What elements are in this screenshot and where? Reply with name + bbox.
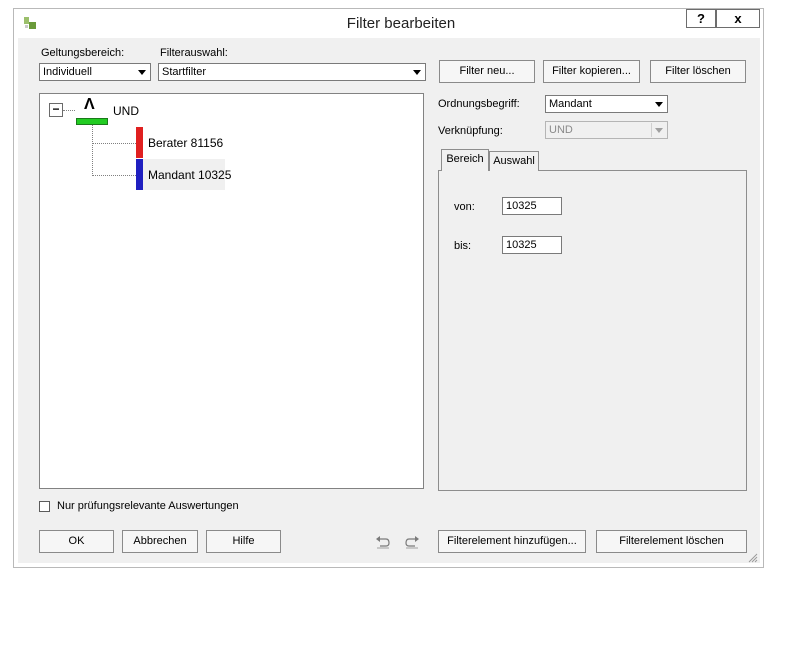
from-input[interactable]: 10325 — [502, 197, 562, 215]
scope-value: Individuell — [43, 66, 92, 78]
mandant-color-bar — [136, 159, 143, 190]
chevron-down-icon[interactable] — [135, 65, 149, 79]
berater-color-bar — [136, 127, 143, 158]
filter-copy-button[interactable]: Filter kopieren... — [543, 60, 640, 83]
collapse-icon[interactable]: − — [49, 103, 63, 117]
tree-connector — [63, 110, 75, 111]
to-label: bis: — [454, 240, 472, 252]
chevron-down-icon[interactable] — [410, 65, 424, 79]
help-icon: ? — [697, 11, 705, 26]
link-label: Verknüpfung: — [438, 125, 503, 137]
tree-connector — [92, 125, 93, 176]
filter-select[interactable]: Startfilter — [158, 63, 426, 81]
filter-tree-panel[interactable] — [39, 93, 424, 489]
relevant-checkbox[interactable] — [39, 501, 50, 512]
ordering-value: Mandant — [549, 98, 592, 110]
close-icon: x — [734, 11, 742, 26]
from-label: von: — [454, 201, 475, 213]
redo-icon[interactable] — [403, 534, 421, 550]
tree-connector — [92, 143, 136, 144]
and-operator-icon: Λ — [84, 96, 95, 113]
resize-grip-icon[interactable] — [746, 551, 758, 563]
tree-item-mandant[interactable]: Mandant 10325 — [148, 168, 231, 182]
link-select: UND — [545, 121, 668, 139]
ordering-select[interactable]: Mandant — [545, 95, 668, 113]
scope-label: Geltungsbereich: — [41, 47, 125, 59]
tree-root-label[interactable]: UND — [113, 104, 139, 118]
help-button[interactable]: Hilfe — [206, 530, 281, 553]
help-title-button[interactable]: ? — [686, 9, 716, 28]
filter-select-label: Filterauswahl: — [160, 47, 228, 59]
collapse-symbol: − — [52, 102, 60, 116]
root-color-bar — [76, 118, 108, 125]
ok-button[interactable]: OK — [39, 530, 114, 553]
chevron-down-icon[interactable] — [652, 97, 666, 111]
filter-select-value: Startfilter — [162, 66, 207, 78]
tab-bereich[interactable]: Bereich — [441, 149, 489, 171]
from-value: 10325 — [506, 200, 537, 212]
filter-new-button[interactable]: Filter neu... — [439, 60, 535, 83]
cancel-button[interactable]: Abbrechen — [122, 530, 198, 553]
close-title-button[interactable]: x — [716, 9, 760, 28]
chevron-down-icon — [651, 123, 666, 137]
scope-select[interactable]: Individuell — [39, 63, 151, 81]
to-value: 10325 — [506, 239, 537, 251]
undo-icon[interactable] — [374, 534, 392, 550]
to-input[interactable]: 10325 — [502, 236, 562, 254]
filter-delete-button[interactable]: Filter löschen — [650, 60, 746, 83]
window-title: Filter bearbeiten — [346, 15, 456, 32]
tab-auswahl[interactable]: Auswahl — [489, 151, 539, 171]
active-tab-joiner — [442, 169, 488, 171]
tree-item-berater[interactable]: Berater 81156 — [148, 136, 223, 150]
link-value: UND — [549, 124, 573, 136]
tab-content-frame — [438, 170, 747, 491]
add-filter-element-button[interactable]: Filterelement hinzufügen... — [438, 530, 586, 553]
relevant-checkbox-label[interactable]: Nur prüfungsrelevante Auswertungen — [57, 500, 239, 512]
ordering-label: Ordnungsbegriff: — [438, 98, 520, 110]
tree-connector — [92, 175, 136, 176]
delete-filter-element-button[interactable]: Filterelement löschen — [596, 530, 747, 553]
